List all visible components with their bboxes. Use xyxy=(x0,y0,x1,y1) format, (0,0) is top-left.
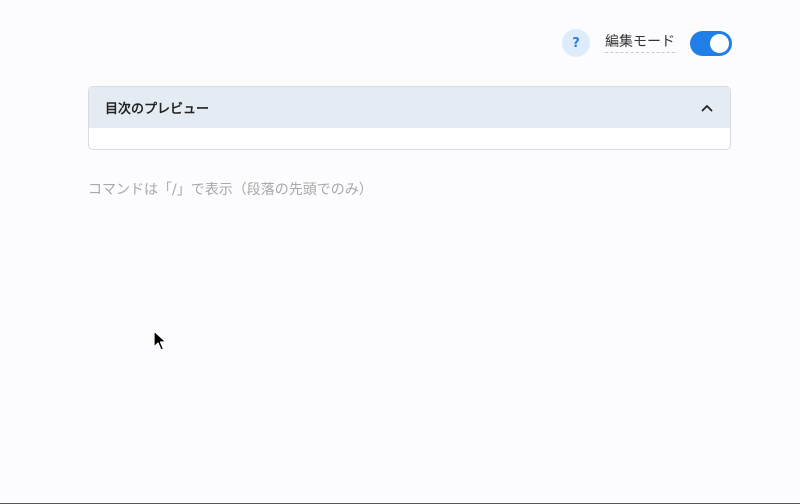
editor-placeholder[interactable]: コマンドは「/」で表示（段落の先頭でのみ） xyxy=(88,180,373,200)
edit-mode-label: 編集モード xyxy=(605,33,675,53)
chevron-up-icon[interactable] xyxy=(700,101,714,115)
toc-preview-panel: 目次のプレビュー xyxy=(88,86,731,150)
question-icon: ? xyxy=(572,35,580,51)
top-toolbar: ? 編集モード xyxy=(562,29,732,57)
edit-mode-toggle[interactable] xyxy=(690,30,732,56)
toc-preview-title: 目次のプレビュー xyxy=(105,102,210,117)
toggle-knob xyxy=(710,33,729,53)
editor-page: { "header": { "help_label": "?", "mode_l… xyxy=(0,0,800,504)
toc-preview-header[interactable]: 目次のプレビュー xyxy=(89,87,730,128)
mouse-pointer-icon xyxy=(153,330,167,356)
help-button[interactable]: ? xyxy=(562,29,590,57)
